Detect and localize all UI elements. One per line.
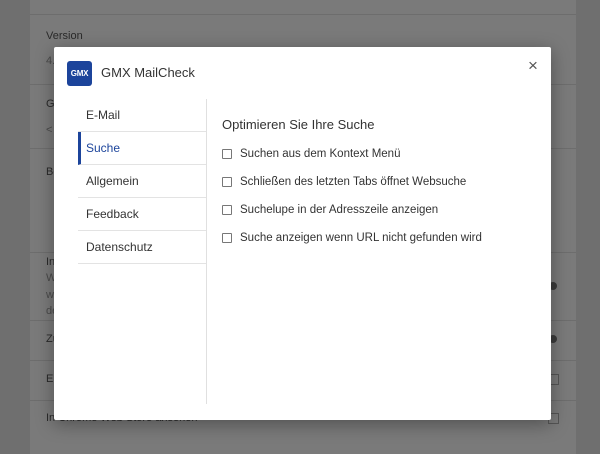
sidebar-item-datenschutz[interactable]: Datenschutz (78, 231, 206, 264)
sidebar-item-email[interactable]: E-Mail (78, 99, 206, 132)
settings-sidebar: E-Mail Suche Allgemein Feedback Datensch… (78, 99, 207, 404)
sidebar-item-feedback[interactable]: Feedback (78, 198, 206, 231)
background-version-label: Version (46, 30, 83, 42)
checkbox[interactable] (222, 233, 232, 243)
settings-content: Optimieren Sie Ihre Suche Suchen aus dem… (222, 99, 532, 246)
gmx-logo-icon: GMX (67, 61, 92, 86)
page: Version 4. G < Be In W w de Zu Er In Chr… (0, 0, 600, 454)
checkbox[interactable] (222, 149, 232, 159)
checkbox[interactable] (222, 205, 232, 215)
dialog-title: GMX MailCheck (101, 65, 195, 80)
background-row-text: w (46, 289, 54, 301)
option-close-last-tab-websearch[interactable]: Schließen des letzten Tabs öffnet Websuc… (222, 174, 532, 190)
option-label: Suchelupe in der Adresszeile anzeigen (240, 204, 439, 216)
background-row (30, 0, 576, 15)
dialog-header: GMX GMX MailCheck × (54, 47, 551, 99)
section-heading: Optimieren Sie Ihre Suche (222, 117, 375, 132)
sidebar-item-allgemein[interactable]: Allgemein (78, 165, 206, 198)
settings-dialog: GMX GMX MailCheck × E-Mail Suche Allgeme… (54, 47, 551, 420)
option-label: Schließen des letzten Tabs öffnet Websuc… (240, 176, 467, 188)
option-address-bar-magnifier[interactable]: Suchelupe in der Adresszeile anzeigen (222, 202, 532, 218)
option-context-menu-search[interactable]: Suchen aus dem Kontext Menü (222, 146, 532, 162)
option-label: Suche anzeigen wenn URL nicht gefunden w… (240, 232, 482, 244)
option-label: Suchen aus dem Kontext Menü (240, 148, 401, 160)
checkbox[interactable] (222, 177, 232, 187)
option-search-on-url-not-found[interactable]: Suche anzeigen wenn URL nicht gefunden w… (222, 230, 532, 246)
close-icon[interactable]: × (524, 56, 542, 74)
sidebar-item-suche[interactable]: Suche (78, 132, 206, 165)
background-row-value: < (46, 124, 53, 136)
